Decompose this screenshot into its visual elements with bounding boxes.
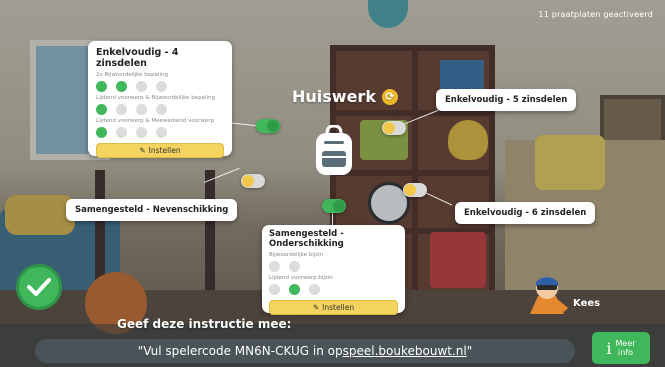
level-dot[interactable] (156, 127, 167, 138)
rule-dots (96, 81, 224, 92)
instellen-button-label: Instellen (148, 146, 181, 155)
rule-label: Lijdend voorwerp & Bijwoordelijke bepali… (96, 95, 215, 101)
toggle-knob (333, 200, 345, 212)
panel-enkelvoudig-4: Enkelvoudig - 4 zinsdelen 2x Bijwoordeli… (88, 41, 232, 158)
level-dot[interactable] (289, 284, 300, 295)
level-dot[interactable] (136, 81, 147, 92)
toggle-knob (267, 120, 279, 132)
confirm-button[interactable] (16, 264, 62, 310)
more-info-line1: Meer (615, 339, 636, 348)
toggle-enkelvoudig-5[interactable] (382, 121, 406, 135)
level-dot[interactable] (96, 81, 107, 92)
level-dot[interactable] (136, 127, 147, 138)
rule-label: Lijdend voorwerp & Meewerkend voorwerp (96, 118, 215, 124)
user-name: Kees (573, 298, 601, 309)
rule-dots (269, 284, 398, 295)
level-dot[interactable] (116, 81, 127, 92)
refresh-icon[interactable]: ⟳ (381, 88, 398, 105)
toggle-knob (242, 175, 254, 187)
activated-count: 11 praatplaten geactiveerd (538, 10, 653, 19)
pill-label: Enkelvoudig - 5 zinsdelen (445, 95, 568, 105)
panel-onderschikking: Samengesteld - Onderschikking Bijwoordel… (262, 225, 405, 315)
level-dot[interactable] (96, 104, 107, 115)
pencil-icon: ✎ (139, 146, 146, 155)
toggle-enkelvoudig-4[interactable] (256, 119, 280, 133)
level-dot[interactable] (269, 261, 280, 272)
pill-enkelvoudig-6[interactable]: Enkelvoudig - 6 zinsdelen (455, 202, 596, 224)
level-dot[interactable] (156, 104, 167, 115)
level-dot[interactable] (289, 261, 300, 272)
panel-title: Samengesteld - Onderschikking (269, 229, 344, 249)
level-dot[interactable] (136, 104, 147, 115)
rule-label: 2x Bijwoordelijke bepaling (96, 72, 169, 78)
more-info-line2: info (618, 348, 634, 357)
center-title-text: Huiswerk (292, 87, 376, 106)
more-info-button[interactable]: i Meer info (592, 332, 650, 364)
pill-enkelvoudig-5[interactable]: Enkelvoudig - 5 zinsdelen (436, 89, 577, 111)
rule-dots (269, 261, 398, 272)
level-dot[interactable] (96, 127, 107, 138)
avatar (524, 270, 570, 318)
toggle-nevenschikking[interactable] (241, 174, 265, 188)
level-dot[interactable] (269, 284, 280, 295)
level-dot[interactable] (156, 81, 167, 92)
toggle-knob (404, 184, 416, 196)
level-dot[interactable] (116, 127, 127, 138)
pill-label: Enkelvoudig - 6 zinsdelen (464, 208, 587, 218)
level-dot[interactable] (116, 104, 127, 115)
rule-label: Lijdend voorwerp bijzin (269, 275, 333, 281)
pill-label: Samengesteld - Nevenschikking (75, 205, 229, 215)
rule-dots (96, 104, 224, 115)
rule-dots (96, 127, 224, 138)
instellen-button[interactable]: ✎ Instellen (269, 300, 398, 315)
rule-label: Bijwoordelijke bijzin (269, 252, 324, 258)
more-info-label: Meer info (616, 339, 636, 357)
toggle-knob (383, 122, 395, 134)
instellen-button-label: Instellen (322, 303, 355, 312)
toggle-enkelvoudig-6[interactable] (403, 183, 427, 197)
instruction-prefix: "Vul spelercode MN6N-CKUG in op (137, 344, 343, 358)
checkmark-icon (27, 278, 51, 296)
panel-title: Enkelvoudig - 4 zinsdelen (96, 47, 179, 69)
instruction-suffix: " (466, 344, 473, 358)
instruction-box: "Vul spelercode MN6N-CKUG in op speel.bo… (35, 339, 575, 363)
center-title: Huiswerk ⟳ (292, 87, 398, 106)
backpack-icon (312, 124, 356, 181)
instruction-link[interactable]: speel.boukebouwt.nl (343, 344, 467, 358)
pencil-icon: ✎ (312, 303, 320, 312)
instellen-button[interactable]: ✎ Instellen (96, 143, 224, 158)
instruction-label: Geef deze instructie mee: (117, 317, 292, 331)
toggle-onderschikking[interactable] (322, 199, 346, 213)
info-icon: i (606, 338, 612, 358)
level-dot[interactable] (309, 284, 320, 295)
pill-nevenschikking[interactable]: Samengesteld - Nevenschikking (66, 199, 238, 221)
